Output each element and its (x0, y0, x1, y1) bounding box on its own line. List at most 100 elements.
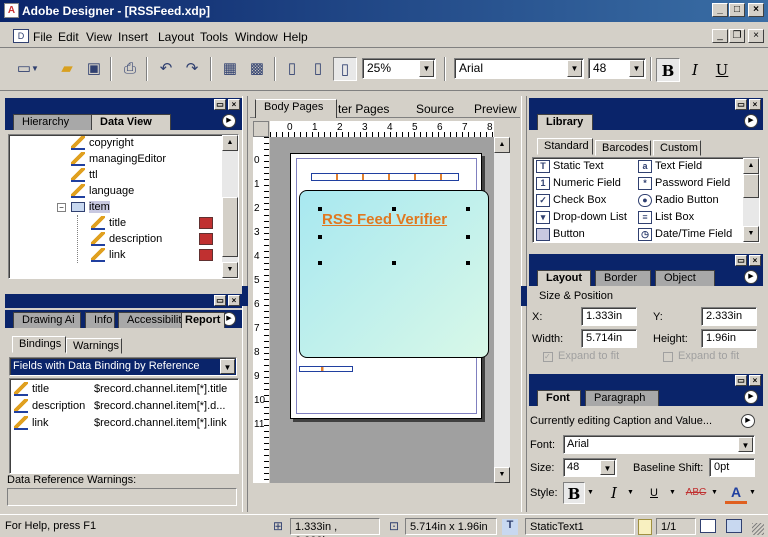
chevron-down-icon[interactable]: ▼ (629, 60, 644, 77)
view-mode-icon[interactable] (726, 519, 742, 533)
panel-close-icon[interactable]: × (749, 375, 761, 386)
menu-file[interactable]: File (33, 30, 52, 44)
menu-layout[interactable]: Layout (158, 30, 194, 44)
menu-tools[interactable]: Tools (200, 30, 228, 44)
grid-icon[interactable]: ▦ (218, 57, 242, 81)
selection-handle[interactable] (318, 207, 322, 211)
library-item-numeric-field[interactable]: 1 Numeric Field (535, 175, 621, 192)
canvas-vscrollbar[interactable]: ▲ ▼ (494, 137, 510, 483)
chevron-down-icon[interactable]: ▼ (419, 60, 434, 77)
panel-close-icon[interactable]: × (749, 255, 761, 266)
x-field[interactable]: 1.333in (581, 307, 637, 326)
page-view-icon[interactable]: ▯ (280, 57, 304, 81)
minimize-button[interactable]: _ (712, 3, 728, 17)
undo-icon[interactable]: ↶ (154, 57, 178, 81)
library-list[interactable]: T Static Text 1 Numeric Field ✓ Check Box ▾… (532, 157, 760, 243)
editing-menu-icon[interactable]: ▶ (741, 414, 755, 428)
library-item-text-field[interactable]: a Text Field (637, 158, 702, 175)
library-item-password[interactable]: * Password Field (637, 175, 730, 192)
library-scrollbar[interactable]: ▲ ▼ (743, 158, 759, 242)
tab-body-pages[interactable]: Body Pages (255, 99, 337, 118)
tab-library[interactable]: Library (537, 114, 593, 130)
maximize-button[interactable]: □ (729, 3, 745, 17)
tree-item[interactable]: ttl (71, 167, 98, 183)
underline-button[interactable]: U (710, 58, 734, 82)
tree-item[interactable]: copyright (71, 135, 134, 151)
library-item-list-box[interactable]: ≡ List Box (637, 209, 694, 226)
selection-handle[interactable] (466, 207, 470, 211)
panel-restore-icon[interactable]: ▭ (214, 99, 226, 110)
selection-handle[interactable] (392, 207, 396, 211)
library-item-check-box[interactable]: ✓ Check Box (535, 192, 606, 209)
bindings-list[interactable]: title $record.channel.item[*].title descr… (9, 378, 239, 474)
tree-item-item[interactable]: item (71, 199, 110, 215)
library-item-date-time[interactable]: ◷ Date/Time Field (637, 226, 732, 242)
tree-item[interactable]: title (91, 215, 126, 231)
list-item[interactable]: link $record.channel.item[*].link (14, 415, 238, 431)
scroll-down-icon[interactable]: ▼ (743, 226, 759, 242)
scroll-down-icon[interactable]: ▼ (222, 262, 238, 278)
menu-view[interactable]: View (86, 30, 112, 44)
menu-insert[interactable]: Insert (118, 30, 148, 44)
chevron-down-icon[interactable]: ▼ (738, 437, 753, 452)
tree-item[interactable]: link (91, 247, 126, 263)
close-button[interactable]: × (748, 3, 764, 17)
header-fields[interactable] (311, 173, 459, 181)
panel-close-icon[interactable]: × (228, 99, 240, 110)
library-item-button[interactable]: Button (535, 226, 585, 242)
style-italic-icon[interactable]: I (603, 482, 625, 504)
page[interactable]: RSS Feed Verifier (290, 153, 489, 419)
redo-icon[interactable]: ↷ (180, 57, 204, 81)
scroll-thumb[interactable] (222, 197, 238, 257)
style-underline-icon[interactable]: U (643, 482, 665, 504)
panel-close-icon[interactable]: × (228, 295, 240, 306)
list-item[interactable]: description $record.channel.item[*].d... (14, 398, 238, 414)
library-item-static-text[interactable]: T Static Text (535, 158, 604, 175)
bold-button[interactable]: B (656, 58, 680, 82)
chevron-down-icon[interactable]: ▼ (711, 489, 718, 496)
panel-restore-icon[interactable]: ▭ (735, 99, 747, 110)
tab-warnings[interactable]: Warnings (66, 338, 122, 354)
tree-item[interactable]: language (71, 183, 134, 199)
scroll-down-icon[interactable]: ▼ (494, 467, 510, 483)
selection-handle[interactable] (466, 235, 470, 239)
selection-handle[interactable] (318, 235, 322, 239)
expand-height-checkbox[interactable] (663, 352, 673, 362)
panel-restore-icon[interactable]: ▭ (214, 295, 226, 306)
scroll-up-icon[interactable]: ▲ (743, 158, 759, 174)
collapse-icon[interactable]: − (57, 203, 66, 212)
mdi-restore-button[interactable]: ❐ (729, 29, 745, 43)
tab-paragraph[interactable]: Paragraph (585, 390, 659, 406)
menu-window[interactable]: Window (235, 30, 278, 44)
tree-item[interactable]: managingEditor (71, 151, 166, 167)
font-select[interactable]: Arial ▼ (563, 435, 755, 454)
chevron-down-icon[interactable]: ▼ (669, 489, 676, 496)
mdi-minimize-button[interactable]: _ (712, 29, 728, 43)
style-bold-icon[interactable]: B (563, 482, 585, 504)
y-field[interactable]: 2.333in (701, 307, 757, 326)
mdi-close-button[interactable]: × (748, 29, 764, 43)
scroll-up-icon[interactable]: ▲ (222, 135, 238, 151)
chevron-down-icon[interactable]: ▼ (749, 489, 756, 496)
selection-handle[interactable] (318, 261, 322, 265)
tab-preview[interactable]: Preview (474, 102, 517, 116)
new-dropdown-icon[interactable]: ▼ (30, 57, 40, 81)
data-view-tree[interactable]: copyright managingEditor ttl language − … (8, 134, 239, 279)
tree-scrollbar[interactable]: ▲ ▼ (222, 135, 238, 278)
tab-bindings[interactable]: Bindings (12, 336, 66, 353)
panel-menu-icon[interactable]: ▶ (222, 114, 236, 128)
tab-accessibility[interactable]: Accessibilit (118, 312, 184, 328)
tab-report[interactable]: Report (181, 312, 225, 328)
chevron-down-icon[interactable]: ▼ (627, 489, 634, 496)
tab-drawing-aids[interactable]: Drawing Ai (13, 312, 81, 328)
chevron-down-icon[interactable]: ▼ (600, 460, 615, 475)
font-name-select[interactable]: Arial ▼ (454, 58, 584, 79)
tab-font[interactable]: Font (537, 390, 581, 406)
menu-edit[interactable]: Edit (58, 30, 79, 44)
print-icon[interactable]: ⎙ (118, 57, 142, 81)
scroll-up-icon[interactable]: ▲ (494, 137, 510, 153)
splitter-grip-icon[interactable] (521, 286, 527, 306)
expand-width-checkbox[interactable]: ✓ (543, 352, 553, 362)
tab-master-pages[interactable]: ter Pages (338, 102, 389, 116)
panel-menu-icon[interactable]: ▶ (744, 390, 758, 404)
